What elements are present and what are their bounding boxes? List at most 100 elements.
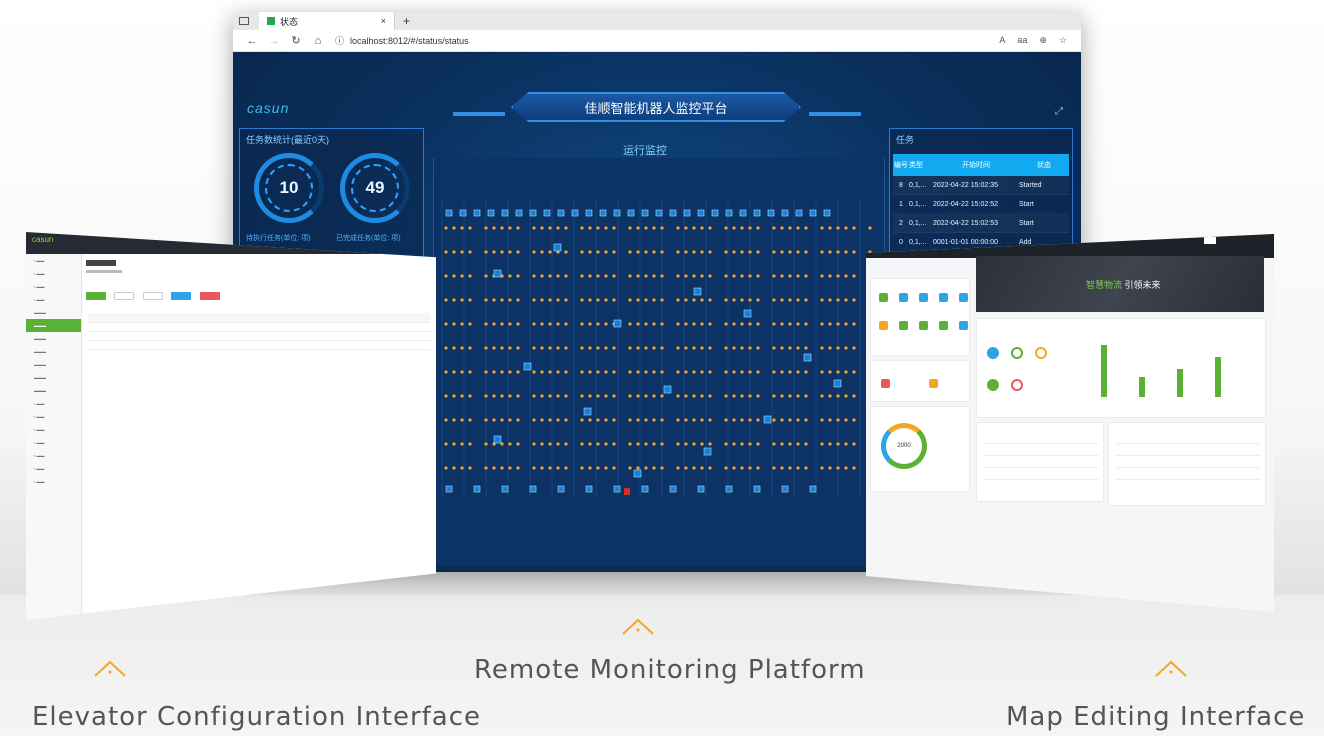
robot-marker[interactable] [767, 209, 775, 217]
table-row[interactable] [88, 332, 430, 341]
robot-marker[interactable] [599, 209, 607, 217]
robot-marker[interactable] [655, 209, 663, 217]
robot-marker[interactable] [473, 485, 481, 493]
table-row[interactable]: 1 0,1,... 2022-04-22 15:02:52 Start [893, 195, 1069, 214]
robot-marker[interactable] [624, 488, 630, 495]
robot-marker[interactable] [803, 353, 812, 362]
sidebar-item[interactable]: ▪ ▬▬ [26, 449, 81, 462]
action-icon[interactable] [919, 321, 928, 330]
sidebar-item[interactable]: ▪ ▬▬ [26, 436, 81, 449]
sidebar-item[interactable]: ▬▬▬ [26, 332, 81, 345]
robot-marker[interactable] [445, 209, 453, 217]
robot-marker[interactable] [523, 362, 532, 371]
sidebar-item[interactable]: ▪ ▬▬ [26, 423, 81, 436]
fullscreen-icon[interactable]: ⤢ [1055, 106, 1063, 117]
warehouse-map[interactable] [433, 158, 885, 566]
action-icon[interactable] [879, 321, 888, 330]
action-icon[interactable] [899, 321, 908, 330]
home-icon[interactable]: ⌂ [307, 35, 329, 47]
sidebar-item[interactable]: ▪ ▬▬ [26, 254, 81, 267]
robot-marker[interactable] [493, 435, 502, 444]
robot-marker[interactable] [669, 485, 677, 493]
refresh-icon[interactable]: ↻ [285, 34, 307, 47]
robot-marker[interactable] [641, 209, 649, 217]
robot-marker[interactable] [781, 209, 789, 217]
sidebar-item[interactable]: ▬▬▬ [26, 358, 81, 371]
tab-close-button[interactable]: × [381, 16, 386, 26]
table-row[interactable] [88, 323, 430, 332]
read-aloud-icon[interactable]: A [999, 35, 1005, 46]
robot-marker[interactable] [613, 319, 622, 328]
robot-marker[interactable] [571, 209, 579, 217]
sidebar-item[interactable]: ▪ ▬▬ [26, 410, 81, 423]
robot-marker[interactable] [703, 447, 712, 456]
sidebar-item[interactable]: ▪ ▬▬ [26, 475, 81, 488]
info-icon[interactable]: ⓘ [335, 34, 344, 47]
sidebar-item[interactable]: ▪ ▬▬ [26, 280, 81, 293]
robot-marker[interactable] [473, 209, 481, 217]
robot-marker[interactable] [557, 485, 565, 493]
robot-marker[interactable] [529, 485, 537, 493]
new-tab-button[interactable]: + [403, 14, 410, 28]
robot-marker[interactable] [693, 287, 702, 296]
zoom-icon[interactable]: ⊕ [1039, 35, 1047, 46]
action-icon[interactable] [879, 293, 888, 302]
robot-marker[interactable] [763, 415, 772, 424]
robot-marker[interactable] [753, 485, 761, 493]
robot-marker[interactable] [543, 209, 551, 217]
robot-marker[interactable] [487, 209, 495, 217]
robot-marker[interactable] [833, 379, 842, 388]
robot-marker[interactable] [809, 485, 817, 493]
action-icon[interactable] [899, 293, 908, 302]
topbar-button[interactable] [1204, 237, 1216, 244]
table-row[interactable]: 2 0,1,... 2022-04-22 15:02:53 Start [893, 214, 1069, 233]
robot-marker[interactable] [743, 309, 752, 318]
robot-marker[interactable] [663, 385, 672, 394]
sidebar-item[interactable]: ▬▬▬ [26, 306, 81, 319]
robot-marker[interactable] [493, 269, 502, 278]
robot-marker[interactable] [557, 209, 565, 217]
action-icon[interactable] [939, 321, 948, 330]
delete-button[interactable] [199, 292, 220, 300]
action-icon[interactable] [959, 321, 968, 330]
robot-marker[interactable] [459, 209, 467, 217]
robot-marker[interactable] [823, 209, 831, 217]
sidebar-item[interactable]: ▪ ▬▬ [26, 293, 81, 306]
robot-marker[interactable] [553, 243, 562, 252]
table-row[interactable]: 8 0,1,... 2022-04-22 15:02:35 Started [893, 176, 1069, 195]
robot-marker[interactable] [627, 209, 635, 217]
edit-button[interactable] [114, 292, 135, 300]
action-icon[interactable] [919, 293, 928, 302]
robot-marker[interactable] [613, 485, 621, 493]
url-field[interactable]: ⓘ localhost:8012/#/status/status [335, 34, 469, 47]
action-icon[interactable] [959, 293, 968, 302]
sidebar-item[interactable]: ▬▬▬ [26, 345, 81, 358]
robot-marker[interactable] [669, 209, 677, 217]
robot-marker[interactable] [809, 209, 817, 217]
back-icon[interactable]: ← [241, 35, 263, 47]
robot-marker[interactable] [501, 209, 509, 217]
robot-marker[interactable] [725, 485, 733, 493]
robot-marker[interactable] [725, 209, 733, 217]
sidebar-item[interactable]: ▬▬▬ [26, 384, 81, 397]
robot-marker[interactable] [795, 209, 803, 217]
robot-marker[interactable] [711, 209, 719, 217]
add-button[interactable] [86, 292, 106, 300]
forward-icon[interactable]: → [263, 35, 285, 47]
sidebar-item[interactable]: ▪ ▬▬ [26, 462, 81, 475]
robot-marker[interactable] [585, 485, 593, 493]
robot-marker[interactable] [583, 407, 592, 416]
robot-marker[interactable] [683, 209, 691, 217]
table-row[interactable] [88, 341, 430, 350]
robot-marker[interactable] [585, 209, 593, 217]
robot-marker[interactable] [753, 209, 761, 217]
robot-marker[interactable] [781, 485, 789, 493]
favorites-icon[interactable]: ☆ [1059, 35, 1067, 46]
robot-marker[interactable] [739, 209, 747, 217]
robot-marker[interactable] [641, 485, 649, 493]
sidebar-item[interactable]: ▪ ▬▬ [26, 267, 81, 280]
robot-marker[interactable] [697, 209, 705, 217]
robot-marker[interactable] [529, 209, 537, 217]
copy-button[interactable] [142, 292, 163, 300]
window-menu-icon[interactable] [239, 17, 249, 25]
